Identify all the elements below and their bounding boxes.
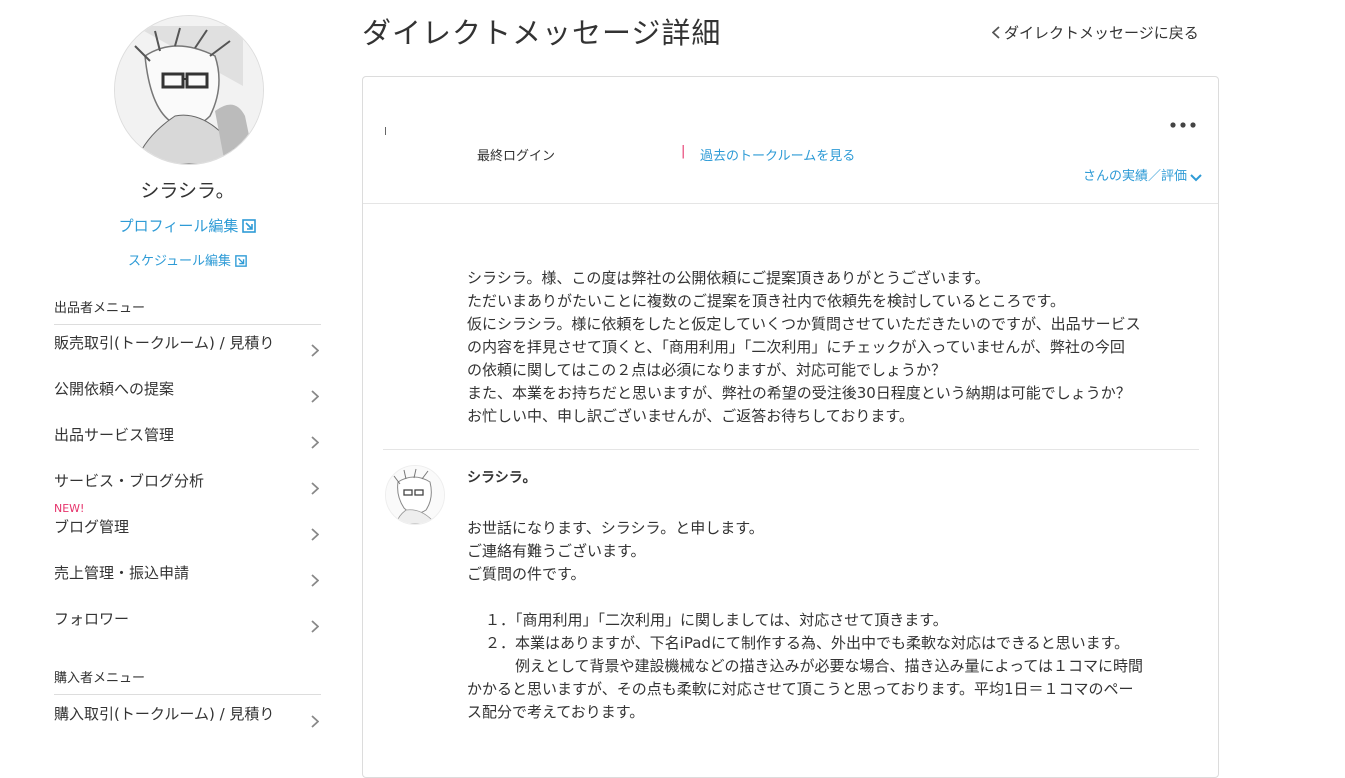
back-label: ダイレクトメッセージに戻る [1004, 24, 1199, 42]
message-line [467, 586, 1197, 609]
menu-item-service-management[interactable]: 出品サービス管理 [54, 420, 321, 450]
menu-item-blog-management[interactable]: ブログ管理 [54, 512, 321, 542]
message-line: ただいまありがたいことに複数のご提案を頂き社内で依頼先を検討しているところです。 [467, 292, 1066, 310]
seller-menu-heading: 出品者メニュー [54, 297, 321, 325]
record-review-label: さんの実績／評価 [1082, 169, 1187, 184]
record-review-toggle[interactable]: さんの実績／評価 [1083, 165, 1202, 184]
message-thread-panel: 最終ログイン | 過去のトークルームを見る さんの実績／評価 シラシラ。様、この… [362, 76, 1219, 778]
message-line: かかると思いますが、その点も柔軟に対応させて頂こうと思っております。平均1日＝１… [467, 680, 1134, 698]
message-line: の内容を拝見させて頂くと、「商用利用」「二次利用」にチェックが入っていませんが、… [467, 338, 1125, 356]
menu-item-label: サービス・ブログ分析 [54, 472, 205, 490]
profile-name: シラシラ。 [140, 180, 235, 202]
header-marker [385, 127, 386, 135]
message-line: お世話になります、シラシラ。と申します。 [467, 519, 764, 537]
chevron-right-icon [311, 613, 320, 643]
menu-item-sales-transfer[interactable]: 売上管理・振込申請 [54, 558, 321, 588]
chevron-left-icon [991, 25, 1000, 43]
message-line: また、本業をお持ちだと思いますが、弊社の希望の受注後30日程度という納期は可能で… [467, 384, 1131, 402]
header-separator: | [681, 144, 686, 159]
message-line: ス配分で考えております。 [467, 703, 645, 721]
message-line: ご連絡有難うございます。 [467, 542, 646, 560]
menu-item-label: 出品サービス管理 [54, 426, 175, 444]
schedule-edit-link[interactable]: スケジュール編集 [54, 250, 321, 271]
chevron-right-icon [311, 521, 320, 551]
message-line: 例えとして背景や建設機械などの描き込みが必要な場合、描き込み量によっては１コマに… [515, 657, 1144, 675]
schedule-edit-label: スケジュール編集 [127, 254, 232, 269]
menu-item-purchase-talkroom[interactable]: 購入取引(トークルーム) / 見積り [54, 699, 321, 729]
menu-item-label: 公開依頼への提案 [54, 380, 175, 398]
chevron-down-icon [1190, 174, 1202, 182]
menu-item-service-blog-analytics[interactable]: サービス・ブログ分析 [54, 466, 321, 496]
buyer-menu-heading: 購入者メニュー [54, 667, 321, 695]
menu-item-label: 売上管理・振込申請 [54, 564, 190, 582]
last-login-label: 最終ログイン [477, 149, 556, 164]
profile-edit-label: プロフィール編集 [118, 217, 239, 235]
message-body-2: お世話になります、シラシラ。と申します。 ご連絡有難うございます。 ご質問の件で… [467, 517, 1197, 724]
menu-item-sales-talkroom[interactable]: 販売取引(トークルーム) / 見積り [54, 328, 321, 358]
chevron-right-icon [311, 337, 320, 367]
profile-avatar[interactable] [114, 15, 264, 165]
chevron-right-icon [311, 429, 320, 459]
message-line: の依頼に関してはこの２点は必須になりますが、対応可能でしょうか？ [467, 361, 946, 379]
message-line: 仮にシラシラ。様に依頼をしたと仮定していくつか質問させていただきたいのですが、出… [467, 315, 1141, 333]
external-link-icon [235, 255, 247, 271]
menu-item-public-request-proposal[interactable]: 公開依頼への提案 [54, 374, 321, 404]
menu-item-label: ブログ管理 [54, 518, 130, 536]
sender-name: シラシラ。 [467, 470, 537, 486]
more-horizontal-icon[interactable] [1170, 113, 1196, 132]
menu-item-followers[interactable]: フォロワー [54, 604, 321, 634]
chevron-right-icon [311, 383, 320, 413]
message-line: １．「商用利用」「二次利用」に関しましては、対応させて頂きます。 [485, 611, 948, 629]
back-to-dm-link[interactable]: ダイレクトメッセージに戻る [991, 22, 1199, 43]
chevron-right-icon [311, 475, 320, 505]
page-title: ダイレクトメッセージ詳細 [362, 16, 722, 50]
avatar-sketch [115, 16, 263, 164]
menu-item-label: 販売取引(トークルーム) / 見積り [54, 334, 275, 352]
message-body-1: シラシラ。様、この度は弊社の公開依頼にご提案頂きありがとうございます。 ただいま… [467, 267, 1197, 428]
avatar-sketch [386, 466, 444, 524]
message-line: お忙しい中、申し訳ございませんが、ご返答お待ちしております。 [467, 407, 914, 425]
chevron-right-icon [311, 708, 320, 738]
message-divider [383, 449, 1199, 450]
thread-header: 最終ログイン | 過去のトークルームを見る さんの実績／評価 [363, 77, 1218, 204]
sender-avatar[interactable] [385, 465, 445, 525]
menu-item-label: 購入取引(トークルーム) / 見積り [54, 705, 275, 723]
message-line: ご質問の件です。 [467, 565, 586, 583]
profile-edit-link[interactable]: プロフィール編集 [54, 215, 321, 237]
chevron-right-icon [311, 567, 320, 597]
message-line: シラシラ。様、この度は弊社の公開依頼にご提案頂きありがとうございます。 [467, 269, 990, 287]
message-line: ２．本業はありますが、下名iPadにて制作する為、外出中でも柔軟な対応はできると… [485, 634, 1130, 652]
past-talkrooms-link[interactable]: 過去のトークルームを見る [700, 145, 855, 164]
external-link-icon [242, 219, 257, 237]
menu-item-label: フォロワー [54, 610, 130, 628]
